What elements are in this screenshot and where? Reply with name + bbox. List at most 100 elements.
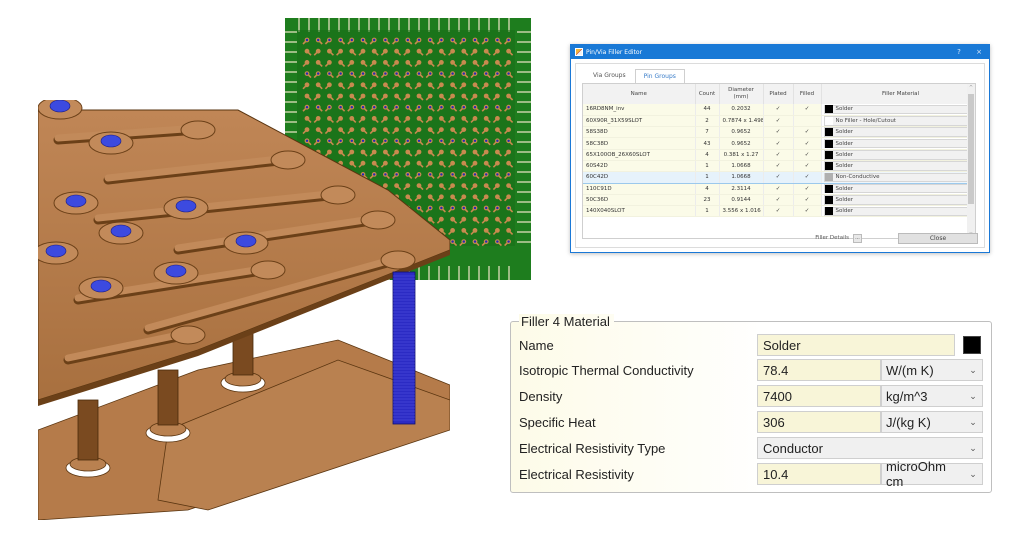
thermal-conductivity-unit-select[interactable]: W/(m K) ⌄ <box>881 359 983 381</box>
filler-material-select[interactable]: Solder▾ <box>823 161 975 171</box>
material-color-swatch[interactable] <box>963 336 981 354</box>
cell-plated[interactable]: ✓ <box>763 160 794 173</box>
material-value: Non-Conductive <box>835 174 880 181</box>
column-header-filler-material[interactable]: Filler Material <box>821 84 975 104</box>
material-swatch <box>824 162 833 171</box>
cell-name: 50C36D <box>583 194 696 207</box>
table-row[interactable]: 60S42D11.0668✓✓Solder▾ <box>583 160 975 173</box>
resistivity-field[interactable]: 10.4 <box>757 463 881 485</box>
cell-filled[interactable]: ✓ <box>793 137 822 150</box>
cell-plated[interactable]: ✓ <box>763 115 794 128</box>
specific-heat-unit-select[interactable]: J/(kg K) ⌄ <box>881 411 983 433</box>
cell-plated[interactable]: ✓ <box>763 171 794 184</box>
table-row[interactable]: 60X90R_31X59SLOT20.7874 x 1.4986✓ No Fill… <box>583 115 975 128</box>
density-unit-select[interactable]: kg/m^3 ⌄ <box>881 385 983 407</box>
column-header-diameter[interactable]: Diameter (mm) <box>719 84 764 104</box>
chevron-down-icon: ⌄ <box>969 468 977 479</box>
cell-plated[interactable]: ✓ <box>763 126 794 139</box>
column-header-diameter-label: Diameter <box>728 87 754 93</box>
via-dot <box>485 38 488 42</box>
filler-material-select[interactable]: Solder▾ <box>823 138 975 149</box>
bga-pad <box>427 93 433 99</box>
cell-filled[interactable]: ✓ <box>793 183 822 195</box>
bga-pad <box>315 93 321 99</box>
via-dot <box>384 38 387 42</box>
cell-filled[interactable]: ✓ <box>793 149 822 161</box>
column-header-name[interactable]: Name <box>583 84 696 104</box>
filler-material-select[interactable]: Solder▾ <box>823 183 975 194</box>
filled-via <box>110 224 132 238</box>
table-row[interactable]: 16RD8NM_inv440.2032✓✓Solder▾ <box>583 104 975 116</box>
cell-filled[interactable] <box>793 115 822 128</box>
cell-plated[interactable]: ✓ <box>763 137 794 150</box>
material-value: Solder <box>835 208 854 215</box>
bga-pad <box>349 60 355 65</box>
bga-pad <box>495 160 500 166</box>
via-dot <box>305 38 309 42</box>
cell-filled[interactable]: ✓ <box>793 194 822 207</box>
table-row[interactable]: 140X040SLOT13.556 x 1.016✓✓Solder▾ <box>583 205 975 218</box>
resistivity-type-select[interactable]: Conductor ⌄ <box>757 437 983 459</box>
cell-filled[interactable]: ✓ <box>793 171 822 184</box>
filler-material-select[interactable]: Solder▾ <box>823 127 975 137</box>
cell-plated[interactable]: ✓ <box>763 194 794 207</box>
filler-material-select[interactable]: Solder▾ <box>823 206 975 216</box>
filler-material-select[interactable]: Solder▾ <box>823 150 975 160</box>
resistivity-unit-select[interactable]: microOhm cm ⌄ <box>881 459 983 489</box>
table-vertical-scrollbar[interactable]: ^ v <box>967 84 975 238</box>
via-dot <box>462 72 465 75</box>
via-dot <box>317 38 320 42</box>
bga-pad <box>495 149 500 155</box>
cell-filled[interactable]: ✓ <box>793 205 822 218</box>
via-dot <box>451 240 454 243</box>
cell-plated[interactable]: ✓ <box>763 149 794 161</box>
bga-pad <box>461 228 467 233</box>
bga-pad <box>360 82 366 88</box>
filler-details-button[interactable]: ... <box>853 233 862 243</box>
bga-pad <box>495 183 500 189</box>
specific-heat-field[interactable]: 306 <box>757 411 881 433</box>
table-row[interactable]: 60C42D11.0668✓✓Non-Conductive▾ <box>583 171 975 184</box>
cell-filled[interactable]: ✓ <box>793 104 822 116</box>
column-header-filled[interactable]: Filled <box>793 84 822 104</box>
via-dot <box>384 72 387 75</box>
filler-material-select[interactable]: Solder▾ <box>823 195 975 205</box>
close-button[interactable]: Close <box>898 232 978 244</box>
density-field[interactable]: 7400 <box>757 385 881 407</box>
cell-plated[interactable]: ✓ <box>763 205 794 218</box>
table-row[interactable]: 110C91D42.3114✓✓Solder▾ <box>583 183 975 195</box>
cell-plated[interactable]: ✓ <box>763 104 794 116</box>
table-row[interactable]: 58C38D430.9652✓✓Solder▾ <box>583 137 975 150</box>
filler-material-select[interactable]: Non-Conductive▾ <box>823 172 975 183</box>
via-dot <box>507 139 510 142</box>
cell-filler-material: Solder▾ <box>821 160 975 173</box>
filler-material-select[interactable]: Solder▾ <box>823 104 975 115</box>
column-header-plated[interactable]: Plated <box>763 84 794 104</box>
table-row[interactable]: 58S38D70.9652✓✓Solder▾ <box>583 126 975 139</box>
cell-filled[interactable]: ✓ <box>793 160 822 173</box>
scrollbar-thumb[interactable] <box>968 94 974 204</box>
filler-material-select[interactable]: No Filler - Hole/Cutout▾ <box>823 116 975 126</box>
cell-filler-material: Solder▾ <box>821 104 975 116</box>
cell-count: 4 <box>695 183 720 195</box>
tab-via-groups[interactable]: Via Groups <box>584 68 635 83</box>
column-header-count[interactable]: Count <box>695 84 720 104</box>
bga-pad <box>472 194 478 200</box>
via-dot <box>507 206 510 210</box>
name-field[interactable]: Solder <box>757 334 955 356</box>
table-row[interactable]: 65X100OB_26X60SLOT40.381 x 1.27✓✓Solder▾ <box>583 149 975 161</box>
cell-name: 110C91D <box>583 183 696 195</box>
resistivity-type-value: Conductor <box>763 440 823 456</box>
cell-plated[interactable]: ✓ <box>763 183 794 195</box>
help-button[interactable]: ? <box>949 48 969 56</box>
bga-pad <box>360 48 366 54</box>
tab-pin-groups[interactable]: Pin Groups <box>634 69 685 84</box>
close-icon[interactable]: × <box>969 48 989 56</box>
via-dot <box>451 139 454 142</box>
cell-count: 1 <box>695 171 720 184</box>
thermal-conductivity-field[interactable]: 78.4 <box>757 359 881 381</box>
table-row[interactable]: 50C36D230.9144✓✓Solder▾ <box>583 194 975 207</box>
cell-filled[interactable]: ✓ <box>793 126 822 139</box>
bga-pad <box>461 48 467 54</box>
scroll-up-icon[interactable]: ^ <box>967 85 975 91</box>
